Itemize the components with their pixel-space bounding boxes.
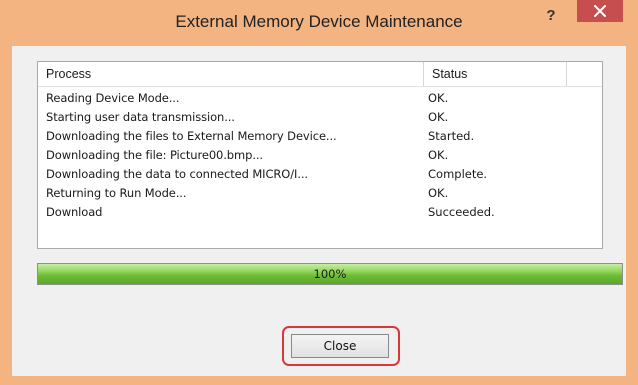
list-row[interactable]: Reading Device Mode... OK. bbox=[38, 89, 598, 108]
process-cell: Downloading the file: Picture00.bmp... bbox=[46, 148, 263, 162]
dialog-window: External Memory Device Maintenance ? Pro… bbox=[0, 0, 638, 385]
column-header-status[interactable]: Status bbox=[432, 67, 467, 81]
process-cell: Downloading the data to connected MICRO/… bbox=[46, 167, 308, 181]
progress-label: 100% bbox=[313, 267, 347, 281]
list-row[interactable]: Starting user data transmission... OK. bbox=[38, 108, 598, 127]
process-cell: Download bbox=[46, 205, 103, 219]
close-icon bbox=[594, 5, 606, 17]
status-cell: Started. bbox=[428, 129, 475, 143]
list-row[interactable]: Returning to Run Mode... OK. bbox=[38, 184, 598, 203]
process-cell: Reading Device Mode... bbox=[46, 91, 180, 105]
title-bar[interactable]: External Memory Device Maintenance ? bbox=[0, 0, 638, 46]
status-cell: Complete. bbox=[428, 167, 488, 181]
status-cell: OK. bbox=[428, 110, 449, 124]
status-cell: OK. bbox=[428, 148, 449, 162]
process-cell: Returning to Run Mode... bbox=[46, 186, 187, 200]
column-divider[interactable] bbox=[566, 62, 567, 86]
column-divider[interactable] bbox=[423, 62, 424, 86]
window-close-button[interactable] bbox=[577, 0, 623, 22]
list-row[interactable]: Downloading the files to External Memory… bbox=[38, 127, 598, 146]
list-row[interactable]: Downloading the file: Picture00.bmp... OK… bbox=[38, 146, 598, 165]
status-cell: OK. bbox=[428, 91, 449, 105]
list-row[interactable]: Downloading the data to connected MICRO/… bbox=[38, 165, 598, 184]
status-cell: OK. bbox=[428, 186, 449, 200]
process-list: Process Status Reading Device Mode... OK.… bbox=[37, 61, 603, 249]
close-button[interactable]: Close bbox=[291, 334, 389, 358]
list-header: Process Status bbox=[38, 62, 602, 87]
list-row[interactable]: Download Succeeded. bbox=[38, 203, 598, 222]
help-button[interactable]: ? bbox=[538, 6, 564, 26]
status-cell: Succeeded. bbox=[428, 205, 495, 219]
process-cell: Downloading the files to External Memory… bbox=[46, 129, 337, 143]
process-cell: Starting user data transmission... bbox=[46, 110, 235, 124]
column-header-process[interactable]: Process bbox=[46, 67, 91, 81]
dialog-body: Process Status Reading Device Mode... OK.… bbox=[12, 46, 626, 376]
progress-bar: 100% bbox=[37, 263, 623, 285]
